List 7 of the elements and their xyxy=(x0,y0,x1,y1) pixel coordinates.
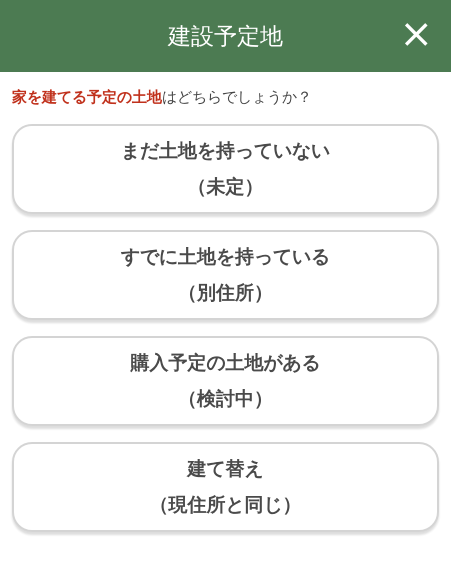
option-button[interactable]: 建て替え （現住所と同じ） xyxy=(12,442,439,532)
window-title: 建設予定地 xyxy=(168,22,283,52)
question-text: 家を建てる予定の土地はどちらでしょうか？ xyxy=(11,87,313,108)
option-button[interactable]: まだ土地を持っていない （未定） xyxy=(12,124,439,214)
option-button[interactable]: 購入予定の土地がある （検討中） xyxy=(12,336,439,426)
close-button[interactable]: × xyxy=(395,14,437,54)
option-button[interactable]: すでに土地を持っている （別住所） xyxy=(12,230,439,320)
